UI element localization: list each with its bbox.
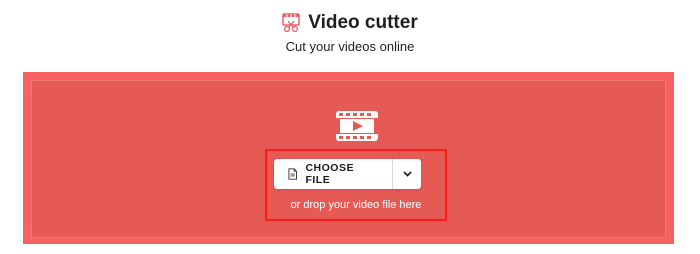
choose-file-group: CHOOSE FILE	[274, 159, 421, 189]
choose-file-button[interactable]: CHOOSE FILE	[274, 159, 393, 189]
file-icon	[288, 168, 297, 180]
upload-dropzone[interactable]: CHOOSE FILE or drop your video file here	[23, 72, 674, 244]
chevron-down-icon	[402, 171, 412, 177]
page-subtitle: Cut your videos online	[285, 39, 415, 54]
video-cutter-icon	[282, 13, 301, 33]
video-cutter-page: Video cutter Cut your videos online CHOO…	[0, 0, 700, 254]
choose-file-label: CHOOSE FILE	[305, 162, 354, 186]
film-play-icon	[336, 111, 378, 141]
source-dropdown-button[interactable]	[393, 159, 421, 189]
title-row: Video cutter	[0, 10, 700, 36]
dropzone-inner[interactable]: CHOOSE FILE or drop your video file here	[31, 80, 666, 238]
page-title: Video cutter	[308, 12, 418, 33]
drop-hint-text: or drop your video file here	[290, 199, 422, 211]
page-header: Video cutter Cut your videos online	[0, 10, 700, 54]
